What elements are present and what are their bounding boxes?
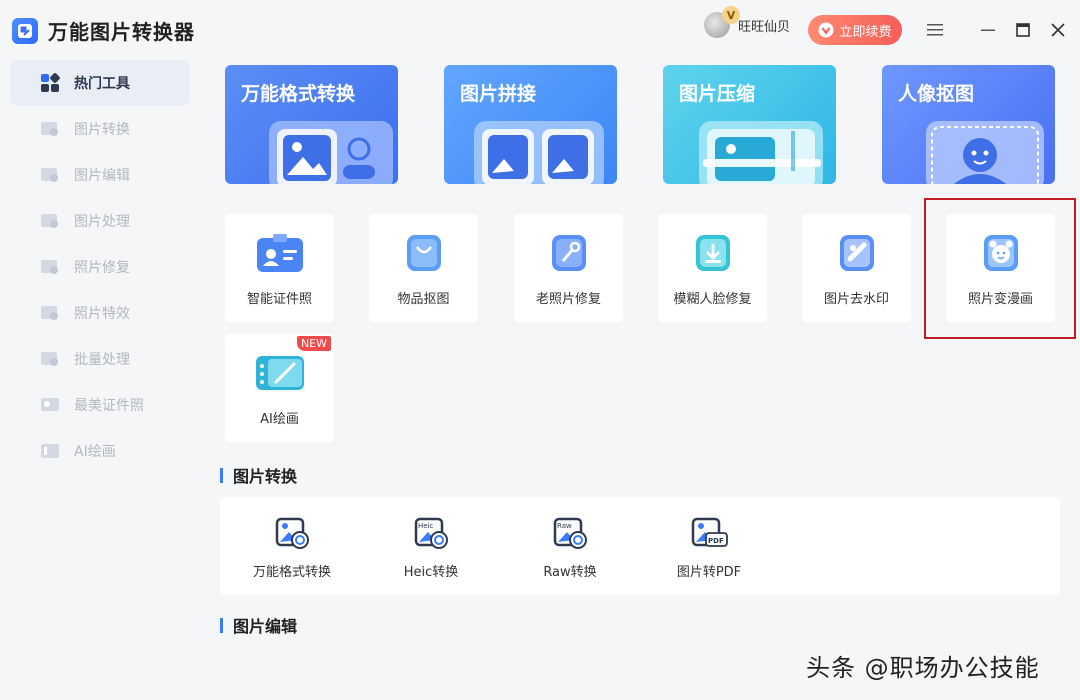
tool-label: 模糊人脸修复 — [673, 292, 752, 307]
feature-card-label: 人像抠图 — [898, 83, 975, 105]
convert-item-to-pdf[interactable]: PDF 图片转PDF — [639, 497, 779, 595]
app-logo-icon — [12, 17, 38, 44]
photo-repair-icon — [40, 257, 60, 277]
tool-label: AI绘画 — [260, 412, 299, 427]
sidebar-item-label: 图片编辑 — [74, 168, 130, 184]
eraser-icon — [830, 230, 884, 276]
grid-icon — [40, 73, 60, 93]
section-title-text: 图片编辑 — [233, 617, 298, 636]
convert-item-label: 图片转PDF — [676, 565, 742, 580]
tool-smart-id-photo[interactable]: 智能证件照 — [225, 214, 334, 322]
sidebar-item-label: 热门工具 — [74, 76, 130, 92]
sidebar-item-label: 照片修复 — [74, 260, 130, 276]
main-content: 万能格式转换 图片拼接 图片压缩 人像抠图 智能证件照 物品抠图 老照片修复 模… — [200, 60, 1080, 700]
id-card-icon — [253, 230, 307, 276]
convert-item-label: Heic转换 — [403, 565, 459, 580]
vip-heart-icon — [818, 22, 834, 38]
section-title-text: 图片转换 — [233, 467, 298, 486]
sidebar-item-ai-draw[interactable]: AI绘画 — [10, 428, 190, 474]
image-process-icon — [40, 211, 60, 231]
convert-item-label: Raw转换 — [543, 565, 597, 580]
sidebar-item-image-process[interactable]: 图片处理 — [10, 198, 190, 244]
sidebar-item-label: 照片特效 — [74, 306, 130, 322]
sidebar: 万能图片转换器 热门工具 图片转换 图片编辑 图片处理 照片修复 照片特效 批量… — [0, 0, 200, 700]
pdf-file-icon: PDF — [689, 515, 729, 551]
tool-label: 物品抠图 — [397, 292, 450, 307]
sidebar-item-photo-repair[interactable]: 照片修复 — [10, 244, 190, 290]
sidebar-item-id-photo[interactable]: 最美证件照 — [10, 382, 190, 428]
user-profile[interactable]: V 旺旺仙贝 — [704, 6, 791, 38]
user-name: 旺旺仙贝 — [738, 19, 791, 35]
photo-effects-icon — [40, 303, 60, 323]
sidebar-item-image-convert[interactable]: 图片转换 — [10, 106, 190, 152]
renew-button[interactable]: 立即续费 — [808, 15, 902, 45]
tool-label: 老照片修复 — [535, 292, 601, 307]
section-accent-bar — [220, 467, 223, 483]
format-convert-file-icon — [272, 515, 312, 551]
maximize-icon[interactable] — [1011, 18, 1035, 42]
vip-badge: V — [722, 6, 740, 24]
sidebar-item-label: 批量处理 — [74, 352, 130, 368]
menu-icon[interactable] — [923, 18, 947, 42]
feature-card-label: 图片拼接 — [460, 83, 537, 105]
pdf-tag: PDF — [708, 537, 724, 545]
close-icon[interactable] — [1046, 18, 1070, 42]
minimize-icon[interactable] — [976, 18, 1000, 42]
convert-item-heic[interactable]: Heic Heic转换 — [361, 497, 501, 595]
tool-label: 智能证件照 — [246, 292, 312, 307]
watermark: 头条 @职场办公技能 — [806, 654, 1040, 682]
sidebar-item-label: 图片处理 — [74, 214, 130, 230]
sidebar-item-hot-tools[interactable]: 热门工具 — [10, 60, 190, 106]
convert-item-raw[interactable]: Raw Raw转换 — [500, 497, 640, 595]
tool-ai-drawing[interactable]: NEW AI绘画 — [225, 334, 334, 442]
convert-item-label: 万能格式转换 — [252, 565, 331, 580]
batch-icon — [40, 349, 60, 369]
new-badge: NEW — [296, 336, 331, 351]
section-title-convert: 图片转换 — [220, 463, 297, 487]
renew-label: 立即续费 — [839, 24, 892, 40]
tool-label: 图片去水印 — [823, 292, 889, 307]
shopping-bag-icon — [397, 230, 451, 276]
heic-tag: Heic — [418, 522, 434, 530]
app-name: 万能图片转换器 — [48, 20, 195, 44]
tool-old-photo-repair[interactable]: 老照片修复 — [514, 214, 623, 322]
wrench-photo-icon — [542, 230, 596, 276]
raw-tag: Raw — [557, 522, 572, 530]
convert-item-format[interactable]: 万能格式转换 — [222, 497, 362, 595]
feature-card-label: 图片压缩 — [679, 83, 756, 105]
highlight-box — [924, 198, 1076, 339]
section-accent-bar — [220, 617, 223, 633]
id-photo-icon — [40, 395, 60, 415]
tool-remove-watermark[interactable]: 图片去水印 — [802, 214, 911, 322]
sidebar-item-batch[interactable]: 批量处理 — [10, 336, 190, 382]
raw-file-icon: Raw — [550, 515, 590, 551]
sidebar-item-image-edit[interactable]: 图片编辑 — [10, 152, 190, 198]
feature-card-portrait-cutout[interactable]: 人像抠图 — [882, 65, 1055, 184]
feature-card-format-convert[interactable]: 万能格式转换 — [225, 65, 398, 184]
ai-canvas-icon — [253, 350, 307, 396]
sidebar-item-label: AI绘画 — [74, 444, 116, 460]
tool-blurry-face-repair[interactable]: 模糊人脸修复 — [658, 214, 767, 322]
app-title: 万能图片转换器 — [12, 16, 195, 45]
tool-object-cutout[interactable]: 物品抠图 — [369, 214, 478, 322]
feature-card-image-stitch[interactable]: 图片拼接 — [444, 65, 617, 184]
sidebar-nav: 热门工具 图片转换 图片编辑 图片处理 照片修复 照片特效 批量处理 最美证件照… — [10, 60, 190, 474]
feature-card-image-compress[interactable]: 图片压缩 — [663, 65, 836, 184]
image-convert-icon — [40, 119, 60, 139]
sidebar-item-label: 最美证件照 — [74, 398, 144, 414]
feature-card-label: 万能格式转换 — [241, 83, 356, 105]
section-title-edit: 图片编辑 — [220, 613, 297, 637]
avatar[interactable]: V — [704, 6, 740, 38]
sidebar-item-photo-effects[interactable]: 照片特效 — [10, 290, 190, 336]
sidebar-item-label: 图片转换 — [74, 122, 130, 138]
ai-draw-icon — [40, 441, 60, 461]
heic-file-icon: Heic — [411, 515, 451, 551]
convert-panel: 万能格式转换 Heic Heic转换 Raw Raw转换 PDF 图片转PDF — [220, 497, 1060, 595]
image-edit-icon — [40, 165, 60, 185]
download-photo-icon — [686, 230, 740, 276]
